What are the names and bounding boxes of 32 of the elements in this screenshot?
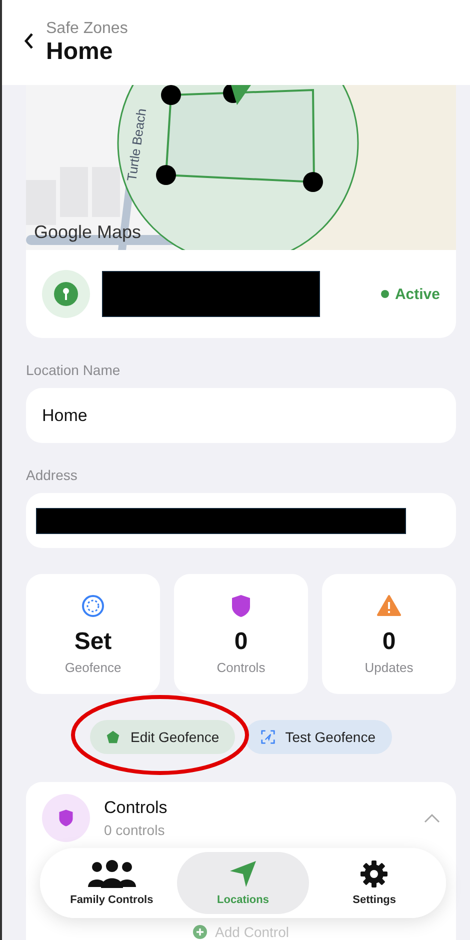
section-title: Controls [104,798,168,818]
back-icon[interactable] [24,32,34,48]
page-title: Home [46,38,114,66]
status-label: Active [380,286,440,302]
stat-value: 0 [234,628,248,656]
shield-icon [229,594,253,618]
shield-icon [42,794,90,842]
people-icon [86,860,137,888]
section-subtitle: 0 controls [104,822,166,838]
input-field[interactable] [26,493,456,548]
tab-item[interactable]: Family Controls [46,852,178,914]
edit-geofence-button[interactable]: Edit Geofence [90,720,236,754]
tab-item[interactable]: Settings [308,852,440,914]
field-label: Location Name [26,362,122,378]
settings-icon [360,860,388,888]
stat-label: Geofence [64,660,122,674]
stat-value: 0 [382,628,396,656]
location-pin-icon [42,270,90,318]
header-subtitle: Safe Zones [46,20,128,38]
street-label: Turtle Beach [124,107,150,182]
warning-icon [377,594,401,618]
field-label: Address [26,467,78,483]
scan-icon [261,730,276,744]
stat-value: Set [74,628,112,656]
map-attribution: Google Maps [34,222,142,243]
input-field[interactable]: Home [26,388,456,443]
geofence-icon [81,594,105,618]
stat-label: Updates [364,660,414,674]
navigation-arrow-icon [228,860,257,888]
pentagon-icon [106,730,120,744]
test-geofence-button[interactable]: Test Geofence [245,720,392,754]
stat-label: Controls [216,660,266,674]
